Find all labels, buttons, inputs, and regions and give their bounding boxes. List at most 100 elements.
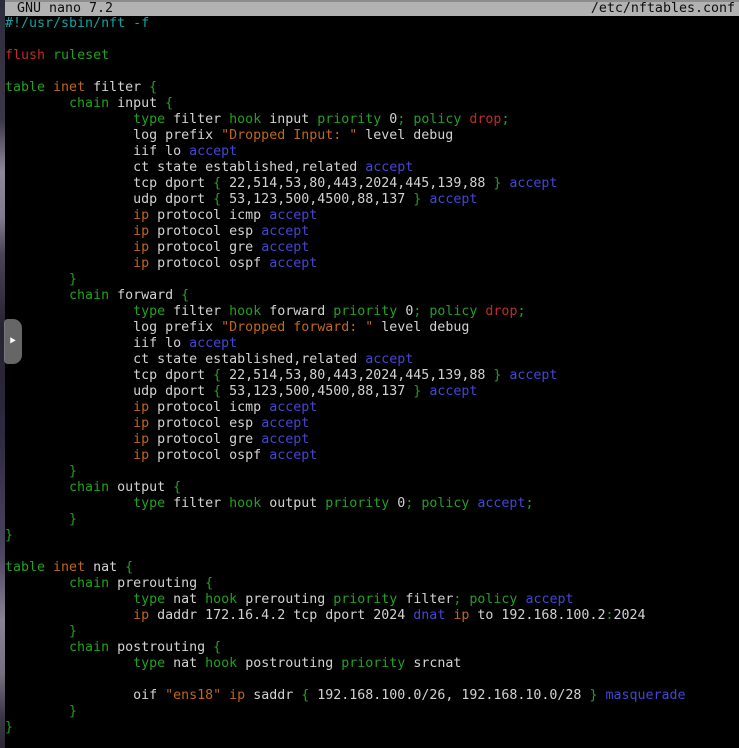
code-segment: protocol gre	[149, 240, 261, 255]
code-segment: filter	[165, 112, 229, 127]
code-segment: prerouting	[237, 592, 333, 607]
code-segment: {	[213, 192, 221, 207]
code-segment: ip	[133, 608, 149, 623]
code-line: ip protocol gre accept	[5, 432, 739, 448]
code-line: type nat hook prerouting priority filter…	[5, 592, 739, 608]
code-segment: chain	[69, 480, 109, 495]
code-segment	[5, 304, 133, 319]
code-segment: {	[165, 96, 173, 111]
code-segment: ip	[133, 224, 149, 239]
code-segment	[5, 416, 133, 431]
code-line: type filter hook output priority 0; poli…	[5, 496, 739, 512]
code-segment: hook	[229, 112, 261, 127]
code-segment: accept	[269, 400, 317, 415]
code-segment	[5, 480, 69, 495]
code-line: iif lo accept	[5, 144, 739, 160]
code-segment: 0	[381, 112, 397, 127]
code-segment	[5, 512, 69, 527]
code-segment: protocol icmp	[149, 400, 269, 415]
code-segment: level debug	[373, 320, 469, 335]
code-line: ip daddr 172.16.4.2 tcp dport 2024 dnat …	[5, 608, 739, 624]
code-segment	[5, 496, 133, 511]
code-segment: accept	[189, 336, 237, 351]
code-segment: 53,123,500,4500,88,137	[221, 192, 413, 207]
code-line: }	[5, 464, 739, 480]
code-segment: policy	[413, 112, 461, 127]
code-segment: ip	[453, 608, 469, 623]
code-segment: 2024	[613, 608, 645, 623]
code-segment: hook	[205, 592, 237, 607]
code-segment: forward	[261, 304, 333, 319]
code-segment: nat	[165, 656, 205, 671]
code-segment: 22,514,53,80,443,2024,445,139,88	[221, 368, 493, 383]
code-segment: ct state established,related	[5, 160, 365, 175]
code-line	[5, 544, 739, 560]
code-segment: 0	[389, 496, 405, 511]
code-segment: accept	[189, 144, 237, 159]
code-segment: {	[213, 176, 221, 191]
code-line: #!/usr/sbin/nft -f	[5, 16, 739, 32]
code-line: tcp dport { 22,514,53,80,443,2024,445,13…	[5, 176, 739, 192]
code-line: type filter hook forward priority 0; pol…	[5, 304, 739, 320]
code-line: }	[5, 704, 739, 720]
code-segment: type	[133, 304, 165, 319]
code-segment: chain	[69, 576, 109, 591]
code-segment: accept	[525, 592, 573, 607]
code-segment: policy	[421, 496, 469, 511]
code-segment: postrouting	[109, 640, 213, 655]
code-segment: log prefix	[5, 320, 221, 335]
code-line: ip protocol esp accept	[5, 416, 739, 432]
code-line: type filter hook input priority 0; polic…	[5, 112, 739, 128]
code-segment: #!/usr/sbin/nft -f	[5, 16, 149, 31]
code-line: ct state established,related accept	[5, 352, 739, 368]
code-segment: saddr	[245, 688, 301, 703]
editor-area[interactable]: #!/usr/sbin/nft -fflush rulesettable ine…	[5, 16, 739, 748]
code-segment: {	[149, 80, 157, 95]
expand-right-icon: ▶	[10, 336, 15, 346]
code-segment: ;	[525, 496, 533, 511]
code-segment: ct state established,related	[5, 352, 365, 367]
code-segment: postrouting	[237, 656, 341, 671]
code-line	[5, 32, 739, 48]
code-line: ip protocol icmp accept	[5, 208, 739, 224]
code-segment: nat	[165, 592, 205, 607]
app-version-label: GNU nano 7.2	[17, 2, 113, 16]
code-segment: }	[5, 720, 13, 735]
code-segment: tcp dport	[5, 176, 213, 191]
code-segment: filter	[397, 592, 453, 607]
code-segment: inet	[53, 560, 85, 575]
nano-titlebar: GNU nano 7.2 /etc/nftables.conf	[5, 0, 739, 16]
code-segment: {	[213, 384, 221, 399]
code-line: udp dport { 53,123,500,4500,88,137 } acc…	[5, 384, 739, 400]
code-segment: filter	[85, 80, 149, 95]
code-segment: accept	[509, 176, 557, 191]
code-segment: priority	[333, 304, 397, 319]
code-line: type nat hook postrouting priority srcna…	[5, 656, 739, 672]
code-segment: priority	[341, 656, 405, 671]
console-sidebar-handle[interactable]: ▶	[4, 319, 22, 364]
code-segment: chain	[69, 640, 109, 655]
code-segment: udp dport	[5, 384, 213, 399]
code-segment: table	[5, 560, 45, 575]
code-segment: }	[69, 624, 77, 639]
code-segment: hook	[229, 496, 261, 511]
code-segment	[5, 208, 133, 223]
code-segment: protocol icmp	[149, 208, 269, 223]
code-line	[5, 672, 739, 688]
code-segment	[5, 608, 133, 623]
code-segment: protocol esp	[149, 224, 261, 239]
code-line: ct state established,related accept	[5, 160, 739, 176]
code-segment: type	[133, 656, 165, 671]
code-segment: accept	[261, 432, 309, 447]
code-segment: ruleset	[53, 48, 109, 63]
code-segment: ip	[133, 400, 149, 415]
code-segment: srcnat	[405, 656, 461, 671]
code-segment: forward	[109, 288, 181, 303]
code-segment: drop	[469, 112, 501, 127]
code-segment: }	[69, 464, 77, 479]
code-segment: tcp dport	[5, 368, 213, 383]
code-segment: ip	[133, 256, 149, 271]
code-line: iif lo accept	[5, 336, 739, 352]
code-segment: accept	[365, 352, 413, 367]
code-segment: ip	[133, 208, 149, 223]
